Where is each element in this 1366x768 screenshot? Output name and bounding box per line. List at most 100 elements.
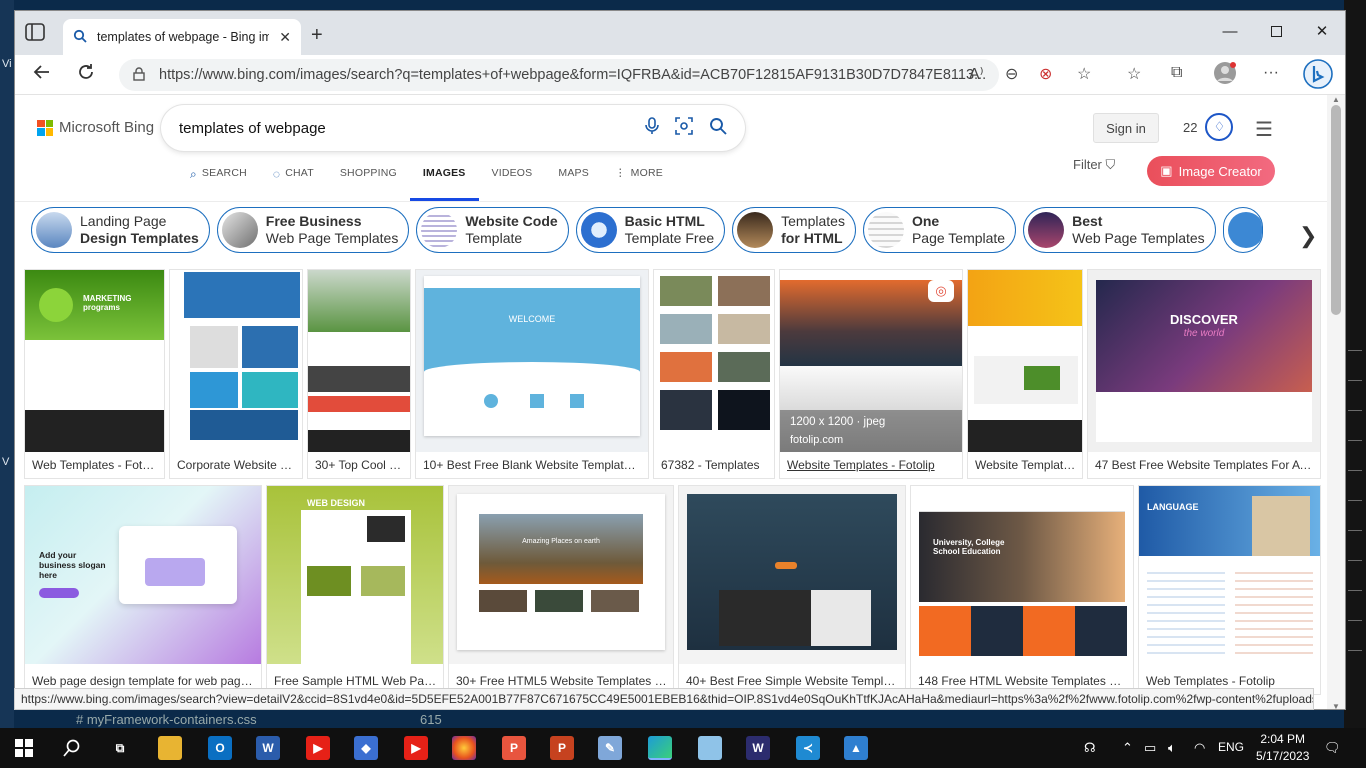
- bing-logo[interactable]: Microsoft Bing: [37, 119, 154, 136]
- image-result[interactable]: Add your business slogan here Web page d…: [24, 485, 262, 695]
- result-caption: Web Templates - Fotolip: [32, 458, 158, 472]
- search-scope-tabs: ⌕ SEARCH ◌ CHAT SHOPPING IMAGES VIDEOS MAP…: [177, 167, 676, 201]
- file-explorer-icon[interactable]: [158, 736, 182, 760]
- image-result[interactable]: University, College School Education 148…: [910, 485, 1134, 695]
- photos-icon[interactable]: ▲: [844, 736, 868, 760]
- image-result[interactable]: Amazing Places on earth 30+ Free HTML5 W…: [448, 485, 674, 695]
- edge-icon[interactable]: [648, 736, 672, 760]
- microphone-icon[interactable]: [645, 116, 659, 140]
- app-icon[interactable]: P: [502, 736, 526, 760]
- task-view-icon[interactable]: ⧉: [108, 736, 132, 760]
- taskbar-clock[interactable]: 2:04 PM 5/17/2023: [1256, 731, 1309, 765]
- refresh-icon[interactable]: [77, 63, 95, 87]
- settings-more-icon[interactable]: ···: [1263, 64, 1279, 82]
- related-chip[interactable]: Free Business Web Page Templates: [216, 207, 410, 253]
- bing-copilot-icon[interactable]: [1303, 59, 1333, 94]
- vscode-icon[interactable]: ≺: [796, 736, 820, 760]
- result-thumbnail: [654, 270, 774, 452]
- input-language[interactable]: ENG: [1218, 740, 1244, 754]
- paint-icon[interactable]: ✎: [598, 736, 622, 760]
- scroll-down-icon[interactable]: ▼: [1332, 702, 1340, 709]
- image-creator-icon: ▣: [1160, 163, 1173, 178]
- powerpoint-icon[interactable]: P: [550, 736, 574, 760]
- search-input[interactable]: templates of webpage: [179, 120, 629, 137]
- collections-icon[interactable]: ⧉: [1171, 64, 1182, 82]
- image-result-hovered[interactable]: ◎ 1200 x 1200 · jpeg fotolip.com Website…: [779, 269, 963, 479]
- hamburger-menu-icon[interactable]: ☰: [1255, 117, 1273, 142]
- add-favorite-icon[interactable]: ☆: [1077, 64, 1091, 84]
- tab-videos[interactable]: VIDEOS: [479, 167, 546, 201]
- image-result[interactable]: MARKETING programs Web Templates - Fotol…: [24, 269, 165, 479]
- image-result[interactable]: WELCOME 10+ Best Free Blank Website Temp…: [415, 269, 649, 479]
- visual-search-badge-icon[interactable]: ◎: [928, 280, 954, 302]
- word-icon[interactable]: W: [256, 736, 280, 760]
- tab-maps[interactable]: MAPS: [545, 167, 602, 201]
- related-chip[interactable]: One Page Template: [862, 207, 1017, 253]
- outlook-icon[interactable]: O: [208, 736, 232, 760]
- firefox-icon[interactable]: [452, 736, 476, 760]
- zoom-out-icon[interactable]: ⊖: [1005, 64, 1018, 84]
- app-shortcut-icon[interactable]: ◆: [354, 736, 378, 760]
- visual-search-icon[interactable]: [675, 116, 693, 140]
- related-chip[interactable]: Landing Page Design Templates: [31, 207, 210, 253]
- windows-start-icon[interactable]: [12, 736, 36, 760]
- show-hidden-icons-icon[interactable]: ⌃: [1122, 740, 1133, 756]
- minimize-button[interactable]: —: [1207, 11, 1253, 51]
- image-result[interactable]: DISCOVER the world 47 Best Free Website …: [1087, 269, 1321, 479]
- related-chip[interactable]: Templates for HTML: [732, 207, 856, 253]
- close-tab-icon[interactable]: ✕: [279, 29, 291, 46]
- search-submit-icon[interactable]: [709, 117, 727, 140]
- chevron-right-icon[interactable]: ❯: [1299, 223, 1317, 249]
- tab-more[interactable]: ⋮ MORE: [602, 167, 676, 201]
- battery-icon[interactable]: ▭: [1144, 740, 1156, 756]
- tracking-prevention-icon[interactable]: ⊗: [1039, 64, 1052, 84]
- rewards-button[interactable]: 22 ♢: [1183, 113, 1234, 141]
- youtube-icon[interactable]: ▶: [404, 736, 428, 760]
- read-aloud-icon[interactable]: A⁾: [969, 64, 984, 84]
- browser-tab-active[interactable]: templates of webpage - Bing images ✕: [63, 19, 301, 55]
- image-result[interactable]: LANGUAGE Web Templates - Fotolip: [1138, 485, 1321, 695]
- tab-images[interactable]: IMAGES: [409, 167, 479, 201]
- back-icon[interactable]: [33, 63, 51, 87]
- image-result[interactable]: Website Templates...: [967, 269, 1083, 479]
- image-result[interactable]: WEB DESIGN Free Sample HTML Web Page T..…: [266, 485, 444, 695]
- related-chip[interactable]: Basic HTML Template Free: [575, 207, 726, 253]
- image-result[interactable]: Corporate Website Te...: [169, 269, 303, 479]
- rewards-medal-icon: ♢: [1205, 113, 1234, 141]
- result-caption[interactable]: Website Templates - Fotolip: [787, 458, 956, 472]
- chat-icon: ◌: [272, 167, 281, 181]
- filter-button[interactable]: Filter ⛉: [1073, 157, 1115, 173]
- app-w-icon[interactable]: W: [746, 736, 770, 760]
- network-icon[interactable]: ◠: [1194, 740, 1205, 756]
- related-chip-partial[interactable]: [1222, 207, 1263, 253]
- image-result[interactable]: 40+ Best Free Simple Website Templates .…: [678, 485, 906, 695]
- search-box[interactable]: templates of webpage: [161, 105, 745, 151]
- image-creator-button[interactable]: ▣ Image Creator: [1147, 156, 1275, 186]
- notes-icon[interactable]: [698, 736, 722, 760]
- taskbar-search-icon[interactable]: [60, 736, 84, 760]
- image-result[interactable]: 67382 - Templates: [653, 269, 775, 479]
- people-icon[interactable]: ☊: [1084, 740, 1096, 756]
- page-scrollbar[interactable]: ▲ ▼: [1327, 95, 1345, 709]
- result-thumbnail: ◎ 1200 x 1200 · jpeg fotolip.com: [780, 270, 962, 452]
- maximize-button[interactable]: [1253, 11, 1299, 51]
- volume-icon[interactable]: 🔈︎: [1168, 740, 1176, 756]
- tab-search[interactable]: ⌕ SEARCH: [177, 167, 260, 201]
- related-chip[interactable]: Best Web Page Templates: [1023, 207, 1216, 253]
- sign-in-button[interactable]: Sign in: [1093, 113, 1159, 143]
- related-chip[interactable]: Website Code Template: [416, 207, 569, 253]
- tab-chat[interactable]: ◌ CHAT: [260, 167, 327, 201]
- image-result[interactable]: 30+ Top Cool Sh...: [307, 269, 411, 479]
- scroll-up-icon[interactable]: ▲: [1332, 95, 1340, 104]
- new-tab-button[interactable]: +: [311, 24, 323, 47]
- notifications-icon[interactable]: 🗨︎: [1324, 740, 1341, 756]
- favorites-icon[interactable]: ☆: [1127, 64, 1141, 84]
- url-bar[interactable]: https://www.bing.com/images/search?q=tem…: [119, 59, 999, 91]
- scrollbar-thumb[interactable]: [1331, 105, 1341, 315]
- chip-thumbnail: [421, 212, 458, 248]
- tab-actions-icon[interactable]: [25, 23, 47, 43]
- close-window-button[interactable]: ✕: [1299, 11, 1345, 51]
- youtube-icon[interactable]: ▶: [306, 736, 330, 760]
- tab-shopping[interactable]: SHOPPING: [327, 167, 410, 201]
- profile-avatar-icon[interactable]: [1213, 61, 1237, 90]
